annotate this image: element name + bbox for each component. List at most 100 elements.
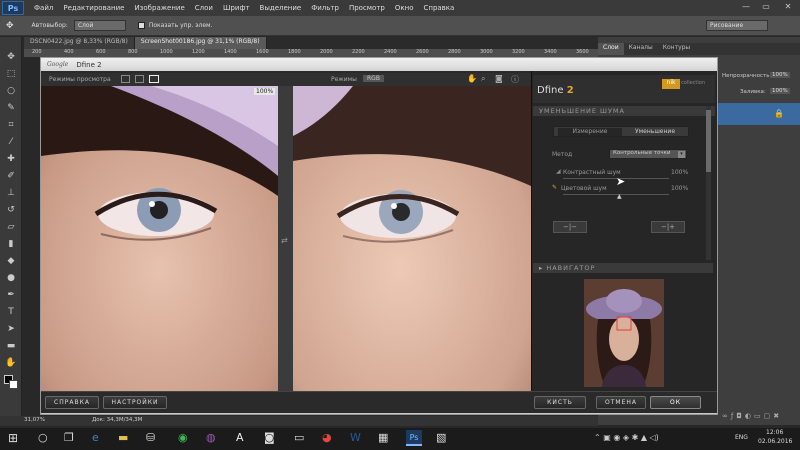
- store-icon[interactable]: ⛁: [146, 431, 155, 444]
- tray-icons[interactable]: ⌃ ▣ ◉ ◈ ✱ ▲ ◁): [594, 433, 659, 442]
- tab-paths[interactable]: Контуры: [658, 43, 695, 55]
- panel-scrollbar[interactable]: [706, 106, 711, 260]
- mask-icon[interactable]: ◘: [736, 412, 745, 420]
- edge-icon[interactable]: e: [92, 431, 99, 444]
- adjust-icon[interactable]: ◐: [745, 412, 754, 420]
- menu-image[interactable]: Изображение: [134, 4, 184, 12]
- opacity-field[interactable]: 100%: [770, 72, 790, 78]
- healing-icon[interactable]: ✚: [4, 153, 18, 165]
- photoshop-taskbar-icon[interactable]: Ps: [406, 430, 422, 446]
- slider-handle-icon[interactable]: ▲: [617, 193, 622, 200]
- show-controls-checkbox[interactable]: [137, 22, 145, 29]
- explorer-icon[interactable]: ▬: [118, 431, 128, 444]
- brush-button[interactable]: КИСТЬ: [534, 396, 586, 409]
- single-view-icon[interactable]: [121, 75, 130, 83]
- windows-start-icon[interactable]: ⊞: [8, 431, 18, 445]
- menu-type[interactable]: Шрифт: [223, 4, 250, 12]
- marquee-icon[interactable]: ⬚: [4, 68, 18, 80]
- calculator-icon[interactable]: ▦: [378, 431, 388, 444]
- lasso-icon[interactable]: ○: [4, 85, 18, 97]
- menu-help[interactable]: Справка: [423, 4, 454, 12]
- font-app-icon[interactable]: A: [236, 431, 244, 444]
- menu-select[interactable]: Выделение: [260, 4, 302, 12]
- close-icon[interactable]: ✕: [780, 2, 796, 13]
- app-icon[interactable]: ▧: [436, 431, 446, 444]
- folder-icon[interactable]: ▭: [754, 412, 764, 420]
- brush-icon[interactable]: ✐: [4, 170, 18, 182]
- eraser-icon[interactable]: ▱: [4, 221, 18, 233]
- chrome-icon[interactable]: ◕: [322, 431, 332, 444]
- info-icon[interactable]: ⓘ: [511, 74, 519, 85]
- viber-icon[interactable]: ◍: [206, 431, 216, 444]
- blur-icon[interactable]: ◆: [4, 255, 18, 267]
- minimize-icon[interactable]: —: [738, 2, 754, 13]
- clock-date[interactable]: 02.06.2016: [758, 438, 792, 445]
- navigator-thumbnail[interactable]: [584, 279, 664, 387]
- zoom-level[interactable]: 31,07%: [24, 417, 45, 423]
- move-tool-icon[interactable]: ✥: [6, 21, 14, 31]
- split-divider[interactable]: ⇄: [278, 86, 293, 391]
- tab-channels[interactable]: Каналы: [624, 43, 658, 55]
- color-noise-slider[interactable]: [563, 194, 669, 195]
- clock-time[interactable]: 12:06: [766, 429, 783, 436]
- background-color-swatch[interactable]: [9, 380, 18, 389]
- history-brush-icon[interactable]: ↺: [4, 204, 18, 216]
- tab-doc-2[interactable]: ScreenShot00186.jpg @ 31,1% (RGB/8): [134, 37, 267, 49]
- scroll-thumb[interactable]: [706, 110, 711, 172]
- new-layer-icon[interactable]: ▢: [764, 412, 774, 420]
- gradient-icon[interactable]: ▮: [4, 238, 18, 250]
- remove-point-button[interactable]: −|−: [553, 221, 587, 233]
- maximize-icon[interactable]: ▭: [758, 2, 774, 13]
- shape-icon[interactable]: ▬: [4, 340, 18, 352]
- split-view-icon[interactable]: [135, 75, 144, 83]
- tab-layers[interactable]: Слои: [598, 43, 624, 55]
- crop-icon[interactable]: ⌗: [4, 119, 18, 131]
- processed-preview[interactable]: [293, 86, 531, 391]
- side-by-side-icon[interactable]: [149, 75, 159, 83]
- hand-icon[interactable]: ✋: [4, 357, 18, 369]
- trash-icon[interactable]: ✖: [773, 412, 782, 420]
- menu-layers[interactable]: Слои: [195, 4, 213, 12]
- original-preview[interactable]: 100%: [41, 86, 278, 391]
- stamp-icon[interactable]: ⊥: [4, 187, 18, 199]
- menu-filter[interactable]: Фильтр: [311, 4, 339, 12]
- fill-field[interactable]: 100%: [770, 88, 790, 94]
- word-icon[interactable]: W: [350, 431, 361, 444]
- zoom-tool-icon[interactable]: ⌕: [481, 74, 485, 84]
- path-select-icon[interactable]: ➤: [4, 323, 18, 335]
- menu-window[interactable]: Окно: [395, 4, 414, 12]
- menu-edit[interactable]: Редактирование: [63, 4, 124, 12]
- settings-button[interactable]: НАСТРОЙКИ: [103, 396, 167, 409]
- media-icon[interactable]: ▭: [294, 431, 304, 444]
- eyedropper-icon[interactable]: ⁄: [4, 136, 18, 148]
- layer-select[interactable]: Слой: [73, 20, 126, 31]
- move-icon[interactable]: ✥: [4, 51, 18, 63]
- pen-icon[interactable]: ✒: [4, 289, 18, 301]
- swap-icon[interactable]: ⇄: [281, 236, 288, 245]
- quick-select-icon[interactable]: ✎: [4, 102, 18, 114]
- tab-doc-1[interactable]: DSCN0422.jpg @ 8,33% (RGB/8): [24, 37, 135, 49]
- cancel-button[interactable]: ОТМЕНА: [596, 396, 646, 409]
- ok-button[interactable]: ОК: [650, 396, 701, 409]
- search-icon[interactable]: ○: [38, 431, 48, 444]
- camera-icon[interactable]: ◙: [495, 74, 503, 83]
- menu-view[interactable]: Просмотр: [349, 4, 385, 12]
- method-select[interactable]: Контрольные точки ▾: [609, 149, 687, 159]
- language-indicator[interactable]: ENG: [735, 434, 748, 441]
- task-view-icon[interactable]: ❐: [64, 431, 74, 444]
- camera-app-icon[interactable]: ◙: [264, 431, 275, 444]
- tab-reduce[interactable]: Уменьшение: [624, 128, 686, 136]
- workspace-select[interactable]: Рисование: [706, 20, 768, 31]
- menu-file[interactable]: Файл: [34, 4, 53, 12]
- whatsapp-icon[interactable]: ◉: [178, 431, 188, 444]
- navigator-header[interactable]: ▸ НАВИГАТОР: [533, 263, 713, 273]
- layer-row-background[interactable]: 🔒: [718, 103, 800, 125]
- help-button[interactable]: СПРАВКА: [45, 396, 99, 409]
- tab-measure[interactable]: Измерение: [558, 128, 622, 136]
- noise-reduction-header[interactable]: УМЕНЬШЕНИЕ ШУМА: [533, 106, 715, 116]
- mode-select[interactable]: RGB: [363, 75, 384, 82]
- add-point-button[interactable]: −|+: [651, 221, 685, 233]
- link-icon[interactable]: ∞: [722, 412, 731, 420]
- type-icon[interactable]: T: [4, 306, 18, 318]
- dodge-icon[interactable]: ●: [4, 272, 18, 284]
